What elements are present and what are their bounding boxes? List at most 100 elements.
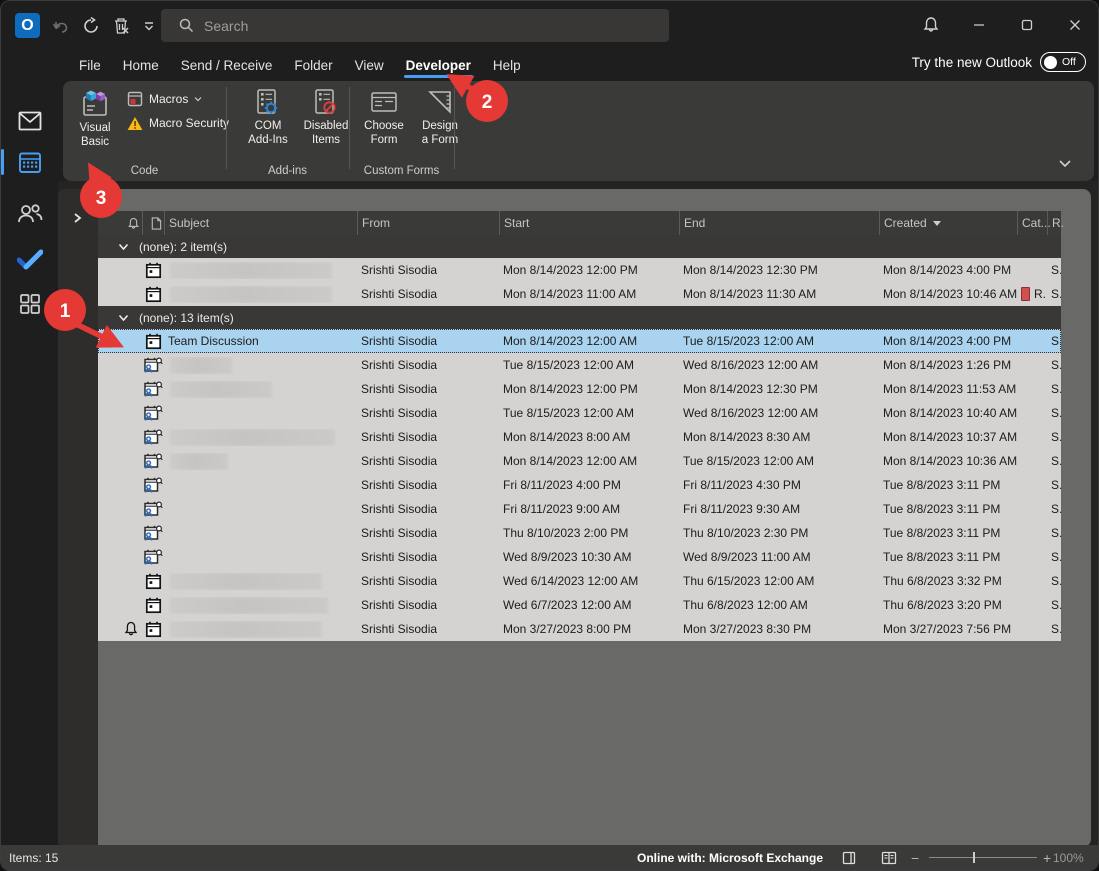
table-row[interactable]: Srishti SisodiaMon 8/14/2023 12:00 AMTue… <box>98 449 1061 473</box>
row-r: S. <box>1047 334 1061 348</box>
disabled-items-button[interactable]: Disabled Items <box>299 85 353 167</box>
header-item-type-column[interactable] <box>142 211 164 235</box>
header-r[interactable]: R. <box>1047 211 1061 235</box>
row-created: Thu 6/8/2023 3:20 PM <box>879 598 1017 612</box>
empty-deleted-items-button[interactable] <box>108 13 134 39</box>
design-form-button[interactable]: Design a Form <box>413 85 467 167</box>
expand-folder-pane-button[interactable] <box>71 211 83 229</box>
tab-view[interactable]: View <box>344 49 395 81</box>
header-subject[interactable]: Subject <box>164 211 357 235</box>
row-from: Srishti Sisodia <box>357 622 499 636</box>
nav-calendar[interactable] <box>1 142 58 182</box>
com-add-ins-button[interactable]: COM Add-Ins <box>239 85 297 167</box>
search-input[interactable]: Search <box>161 9 669 42</box>
customize-quick-access-button[interactable] <box>136 13 162 39</box>
tab-home[interactable]: Home <box>112 49 170 81</box>
table-row[interactable]: Srishti SisodiaMon 8/14/2023 8:00 AMMon … <box>98 425 1061 449</box>
tab-help[interactable]: Help <box>482 49 532 81</box>
group-header[interactable]: (none): 13 item(s) <box>98 306 1061 329</box>
choose-form-label: Choose Form <box>364 119 404 148</box>
notifications-button[interactable] <box>916 11 946 39</box>
macros-button[interactable]: Macros <box>127 89 202 109</box>
table-row[interactable]: Srishti SisodiaWed 6/7/2023 12:00 AMThu … <box>98 593 1061 617</box>
choose-form-button[interactable]: Choose Form <box>357 85 411 167</box>
table-row[interactable]: Srishti SisodiaWed 8/9/2023 10:30 AMWed … <box>98 545 1061 569</box>
collapse-group-icon[interactable] <box>118 314 129 322</box>
table-row[interactable]: Srishti SisodiaFri 8/11/2023 4:00 PMFri … <box>98 473 1061 497</box>
column-label: End <box>684 216 705 230</box>
zoom-slider-thumb[interactable] <box>973 852 975 863</box>
zoom-level[interactable]: 100% <box>1053 845 1084 870</box>
nav-people[interactable] <box>1 193 58 233</box>
table-row[interactable]: Srishti SisodiaTue 8/15/2023 12:00 AMWed… <box>98 401 1061 425</box>
header-reminder-column[interactable] <box>120 211 142 235</box>
group-header[interactable]: (none): 2 item(s) <box>98 235 1061 258</box>
nav-more-apps[interactable] <box>1 284 58 324</box>
table-row[interactable]: Srishti SisodiaMon 8/14/2023 11:00 AMMon… <box>98 282 1061 306</box>
row-start: Wed 6/14/2023 12:00 AM <box>499 574 679 588</box>
maximize-button[interactable] <box>1012 11 1042 39</box>
zoom-in-button[interactable]: + <box>1043 845 1051 870</box>
row-type-cell <box>142 597 164 614</box>
close-button[interactable] <box>1060 11 1090 39</box>
table-row[interactable]: Srishti SisodiaThu 8/10/2023 2:00 PMThu … <box>98 521 1061 545</box>
ribbon-developer: Visual Basic Macros Macro Security Code <box>63 81 1094 181</box>
row-start: Thu 8/10/2023 2:00 PM <box>499 526 679 540</box>
redacted-subject <box>170 429 335 446</box>
collapse-ribbon-button[interactable] <box>1058 155 1072 173</box>
header-end[interactable]: End <box>679 211 879 235</box>
nav-todo[interactable] <box>1 239 58 279</box>
header-category[interactable]: Cat... <box>1017 211 1047 235</box>
table-row[interactable]: Srishti SisodiaMon 8/14/2023 12:00 PMMon… <box>98 258 1061 282</box>
row-type-cell <box>142 428 164 446</box>
minimize-button[interactable] <box>964 11 994 39</box>
row-type-cell <box>142 500 164 518</box>
tab-file[interactable]: File <box>68 49 112 81</box>
row-type-cell <box>142 573 164 590</box>
new-outlook-toggle[interactable]: Off <box>1040 52 1086 72</box>
table-row[interactable]: Srishti SisodiaWed 6/14/2023 12:00 AMThu… <box>98 569 1061 593</box>
trash-icon <box>111 16 131 36</box>
collapse-group-icon[interactable] <box>118 243 129 251</box>
layout-view-icon <box>842 851 856 865</box>
table-row[interactable]: Srishti SisodiaMon 3/27/2023 8:00 PMMon … <box>98 617 1061 641</box>
header-created[interactable]: Created <box>879 211 1017 235</box>
chevron-right-icon <box>71 212 83 224</box>
row-from: Srishti Sisodia <box>357 334 499 348</box>
row-r: S. <box>1047 382 1061 396</box>
table-row[interactable]: Srishti SisodiaFri 8/11/2023 9:00 AMFri … <box>98 497 1061 521</box>
reading-view-icon <box>881 851 897 865</box>
row-from: Srishti Sisodia <box>357 263 499 277</box>
header-from[interactable]: From <box>357 211 499 235</box>
row-end: Thu 8/10/2023 2:30 PM <box>679 526 879 540</box>
visual-basic-button[interactable]: Visual Basic <box>67 85 123 167</box>
undo-button[interactable] <box>48 13 74 39</box>
zoom-out-button[interactable]: − <box>911 845 919 870</box>
send-receive-button[interactable] <box>78 13 104 39</box>
tab-send-receive[interactable]: Send / Receive <box>170 49 284 81</box>
row-subject <box>164 381 357 398</box>
row-subject <box>164 429 357 446</box>
macro-security-button[interactable]: Macro Security <box>127 113 229 133</box>
column-label: Created <box>884 216 927 230</box>
calendar-icon <box>18 150 42 174</box>
table-header: SubjectFromStart End Created Cat...R. <box>98 211 1061 235</box>
search-icon <box>179 18 194 33</box>
row-r: S. <box>1047 526 1061 540</box>
row-start: Mon 8/14/2023 12:00 PM <box>499 263 679 277</box>
view-normal-button[interactable] <box>836 848 862 867</box>
row-subject <box>164 573 357 590</box>
table-row[interactable]: Srishti SisodiaMon 8/14/2023 12:00 PMMon… <box>98 377 1061 401</box>
table-row[interactable]: Team DiscussionSrishti SisodiaMon 8/14/2… <box>98 329 1061 353</box>
header-indent <box>98 211 120 235</box>
view-reading-button[interactable] <box>876 848 902 867</box>
title-bar: O Search <box>1 1 1099 49</box>
row-start: Tue 8/15/2023 12:00 AM <box>499 358 679 372</box>
table-row[interactable]: Srishti SisodiaTue 8/15/2023 12:00 AMWed… <box>98 353 1061 377</box>
tab-developer[interactable]: Developer <box>395 49 482 81</box>
tab-folder[interactable]: Folder <box>283 49 343 81</box>
tab-label: Send / Receive <box>181 58 273 73</box>
nav-mail[interactable] <box>1 101 58 141</box>
zoom-slider-track[interactable] <box>929 857 1037 858</box>
header-start[interactable]: Start <box>499 211 679 235</box>
